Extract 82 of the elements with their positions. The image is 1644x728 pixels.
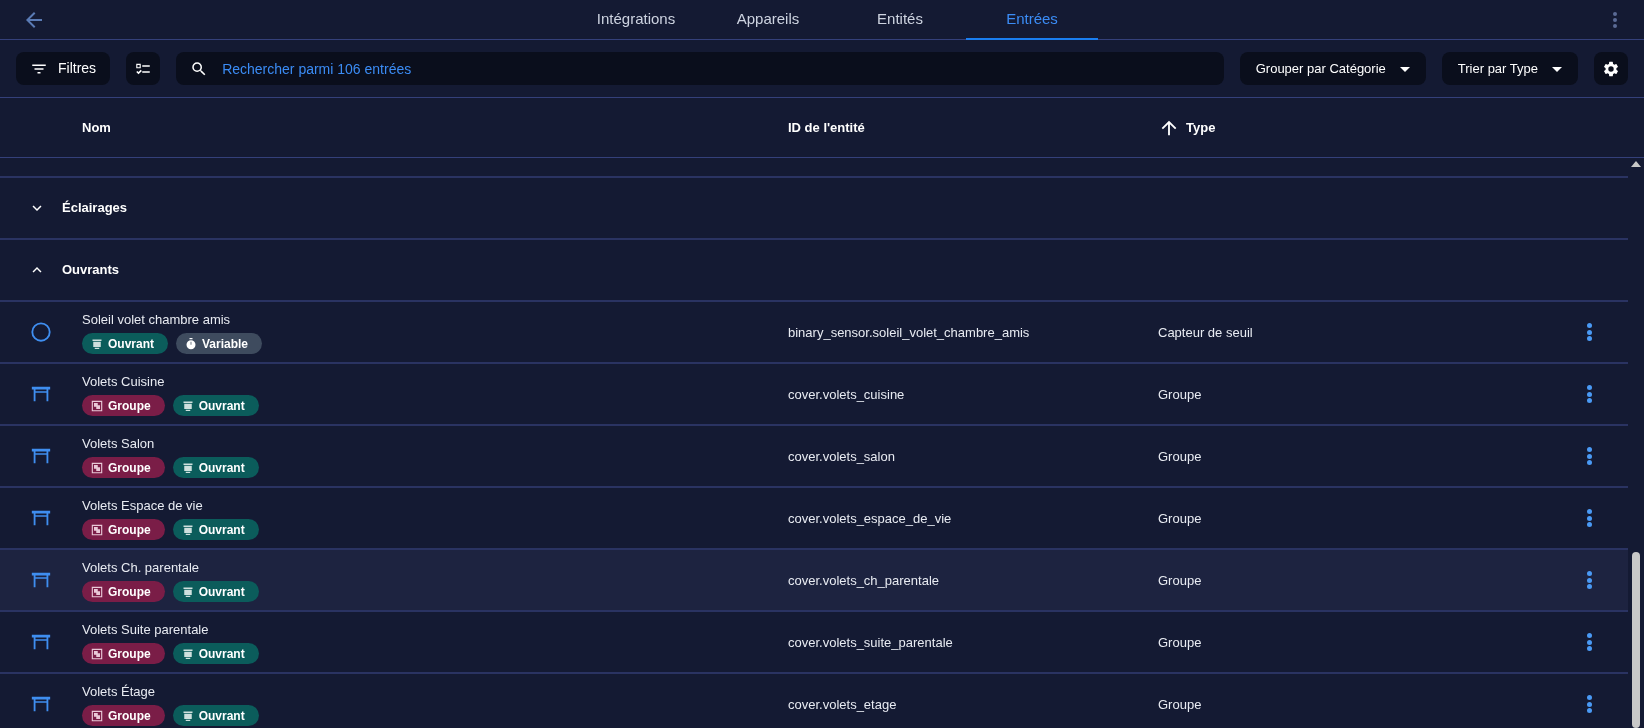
table-row[interactable]: Volets Suite parentale Groupe Ouvrant cover.volets_suite_parentale Groupe xyxy=(0,612,1628,674)
shutter-icon xyxy=(181,709,194,722)
entity-id-cell: cover.volets_cuisine xyxy=(788,387,905,402)
row-menu-icon[interactable] xyxy=(1586,323,1592,341)
shutter-icon xyxy=(91,337,103,350)
column-header[interactable]: Nom xyxy=(82,119,111,135)
group-label: Ouvrants xyxy=(62,261,120,280)
scroll-up-arrow-icon[interactable] xyxy=(1631,161,1641,167)
entity-id-cell: binary_sensor.soleil_volet_chambre_amis xyxy=(788,325,1030,340)
group-icon xyxy=(91,461,103,474)
entity-id-cell: cover.volets_ch_parentale xyxy=(788,573,940,588)
table-row[interactable]: Volets Cuisine Groupe Ouvrant cover.volets_cuisine Groupe xyxy=(0,364,1628,426)
type-cell: Groupe xyxy=(1158,511,1202,526)
type-cell: Groupe xyxy=(1158,387,1202,402)
tag: Groupe xyxy=(82,395,165,417)
table-row[interactable]: Volets Étage Groupe Ouvrant cover.volets_etage Groupe xyxy=(0,674,1628,728)
group-label: Éclairages xyxy=(62,199,128,218)
entry-name: Volets Salon xyxy=(82,434,156,453)
entry-name: Soleil volet chambre amis xyxy=(82,310,232,329)
entry-name: Volets Espace de vie xyxy=(82,496,204,515)
entry-name: Volets Suite parentale xyxy=(82,620,210,639)
tag: Groupe xyxy=(82,519,165,541)
row-menu-icon[interactable] xyxy=(1586,633,1592,651)
entity-id-cell: cover.volets_etage xyxy=(788,697,897,712)
row-menu-icon[interactable] xyxy=(1586,571,1592,589)
type-cell: Groupe xyxy=(1158,449,1202,464)
group-icon xyxy=(91,709,103,722)
tag: Variable xyxy=(176,333,263,355)
circle-outline-icon xyxy=(30,321,52,343)
shutter-icon xyxy=(181,523,194,536)
entity-id-cell: cover.volets_salon xyxy=(788,449,895,464)
group-icon xyxy=(91,523,103,536)
group-icon xyxy=(91,399,103,412)
settings-icon xyxy=(1602,59,1620,78)
tag: Ouvrant xyxy=(82,333,168,355)
tag: Groupe xyxy=(82,705,165,727)
filters-button[interactable]: Filtres xyxy=(16,52,111,85)
tag: Ouvrant xyxy=(172,395,259,417)
table-row[interactable]: Volets Salon Groupe Ouvrant cover.volets_salon Groupe xyxy=(0,426,1628,488)
entry-name: Volets Ch. parentale xyxy=(82,558,201,577)
type-cell: Groupe xyxy=(1158,573,1202,588)
tag: Ouvrant xyxy=(172,643,259,665)
tag: Ouvrant xyxy=(172,519,259,541)
tag: Groupe xyxy=(82,581,165,603)
tag: Groupe xyxy=(82,643,165,665)
tab[interactable]: Entités xyxy=(834,0,966,40)
tab[interactable]: Entrées xyxy=(966,0,1098,40)
search-field[interactable]: Rechercher parmi 106 entrées xyxy=(176,52,1224,85)
tag: Ouvrant xyxy=(172,457,259,479)
entity-id-cell: cover.volets_suite_parentale xyxy=(788,635,953,650)
entity-id-cell: cover.volets_espace_de_vie xyxy=(788,511,952,526)
scrollbar-thumb[interactable] xyxy=(1632,552,1640,728)
shutter-icon xyxy=(181,647,194,660)
row-menu-icon[interactable] xyxy=(1586,509,1592,527)
column-header[interactable]: ID de l'entité xyxy=(788,119,865,135)
table-row[interactable]: Volets Ch. parentale Groupe Ouvrant cover.volets_ch_parentale Groupe xyxy=(0,550,1628,612)
entry-name: Volets Étage xyxy=(82,682,156,701)
row-menu-icon[interactable] xyxy=(1586,695,1592,713)
settings-button[interactable] xyxy=(1594,52,1628,85)
tag: Ouvrant xyxy=(172,705,259,727)
tab[interactable]: Intégrations xyxy=(570,0,702,40)
row-menu-icon[interactable] xyxy=(1586,385,1592,403)
stopwatch-icon xyxy=(185,337,197,350)
row-menu-icon[interactable] xyxy=(1586,447,1592,465)
more-menu-icon[interactable] xyxy=(1612,10,1618,30)
group-icon xyxy=(91,585,103,598)
type-cell: Capteur de seuil xyxy=(1158,325,1253,340)
table-row[interactable]: Soleil volet chambre amis Ouvrant Variable binary_sensor.soleil_volet_chambre_amis Capteur de seuil xyxy=(0,302,1628,364)
group-icon xyxy=(91,647,103,660)
tag: Ouvrant xyxy=(172,581,259,603)
selection-mode-button[interactable] xyxy=(126,52,161,85)
column-header[interactable]: Type xyxy=(1186,117,1216,138)
shutter-icon xyxy=(181,461,194,474)
shutter-icon xyxy=(181,399,194,412)
tag: Groupe xyxy=(82,457,165,479)
type-cell: Groupe xyxy=(1158,635,1202,650)
shutter-icon xyxy=(181,585,194,598)
type-cell: Groupe xyxy=(1158,697,1202,712)
sort-by-dropdown[interactable]: Trier par Type xyxy=(1441,52,1578,85)
group-by-dropdown[interactable]: Grouper par Catégorie xyxy=(1239,52,1426,85)
entry-name: Volets Cuisine xyxy=(82,372,166,391)
tab[interactable]: Appareils xyxy=(702,0,834,40)
